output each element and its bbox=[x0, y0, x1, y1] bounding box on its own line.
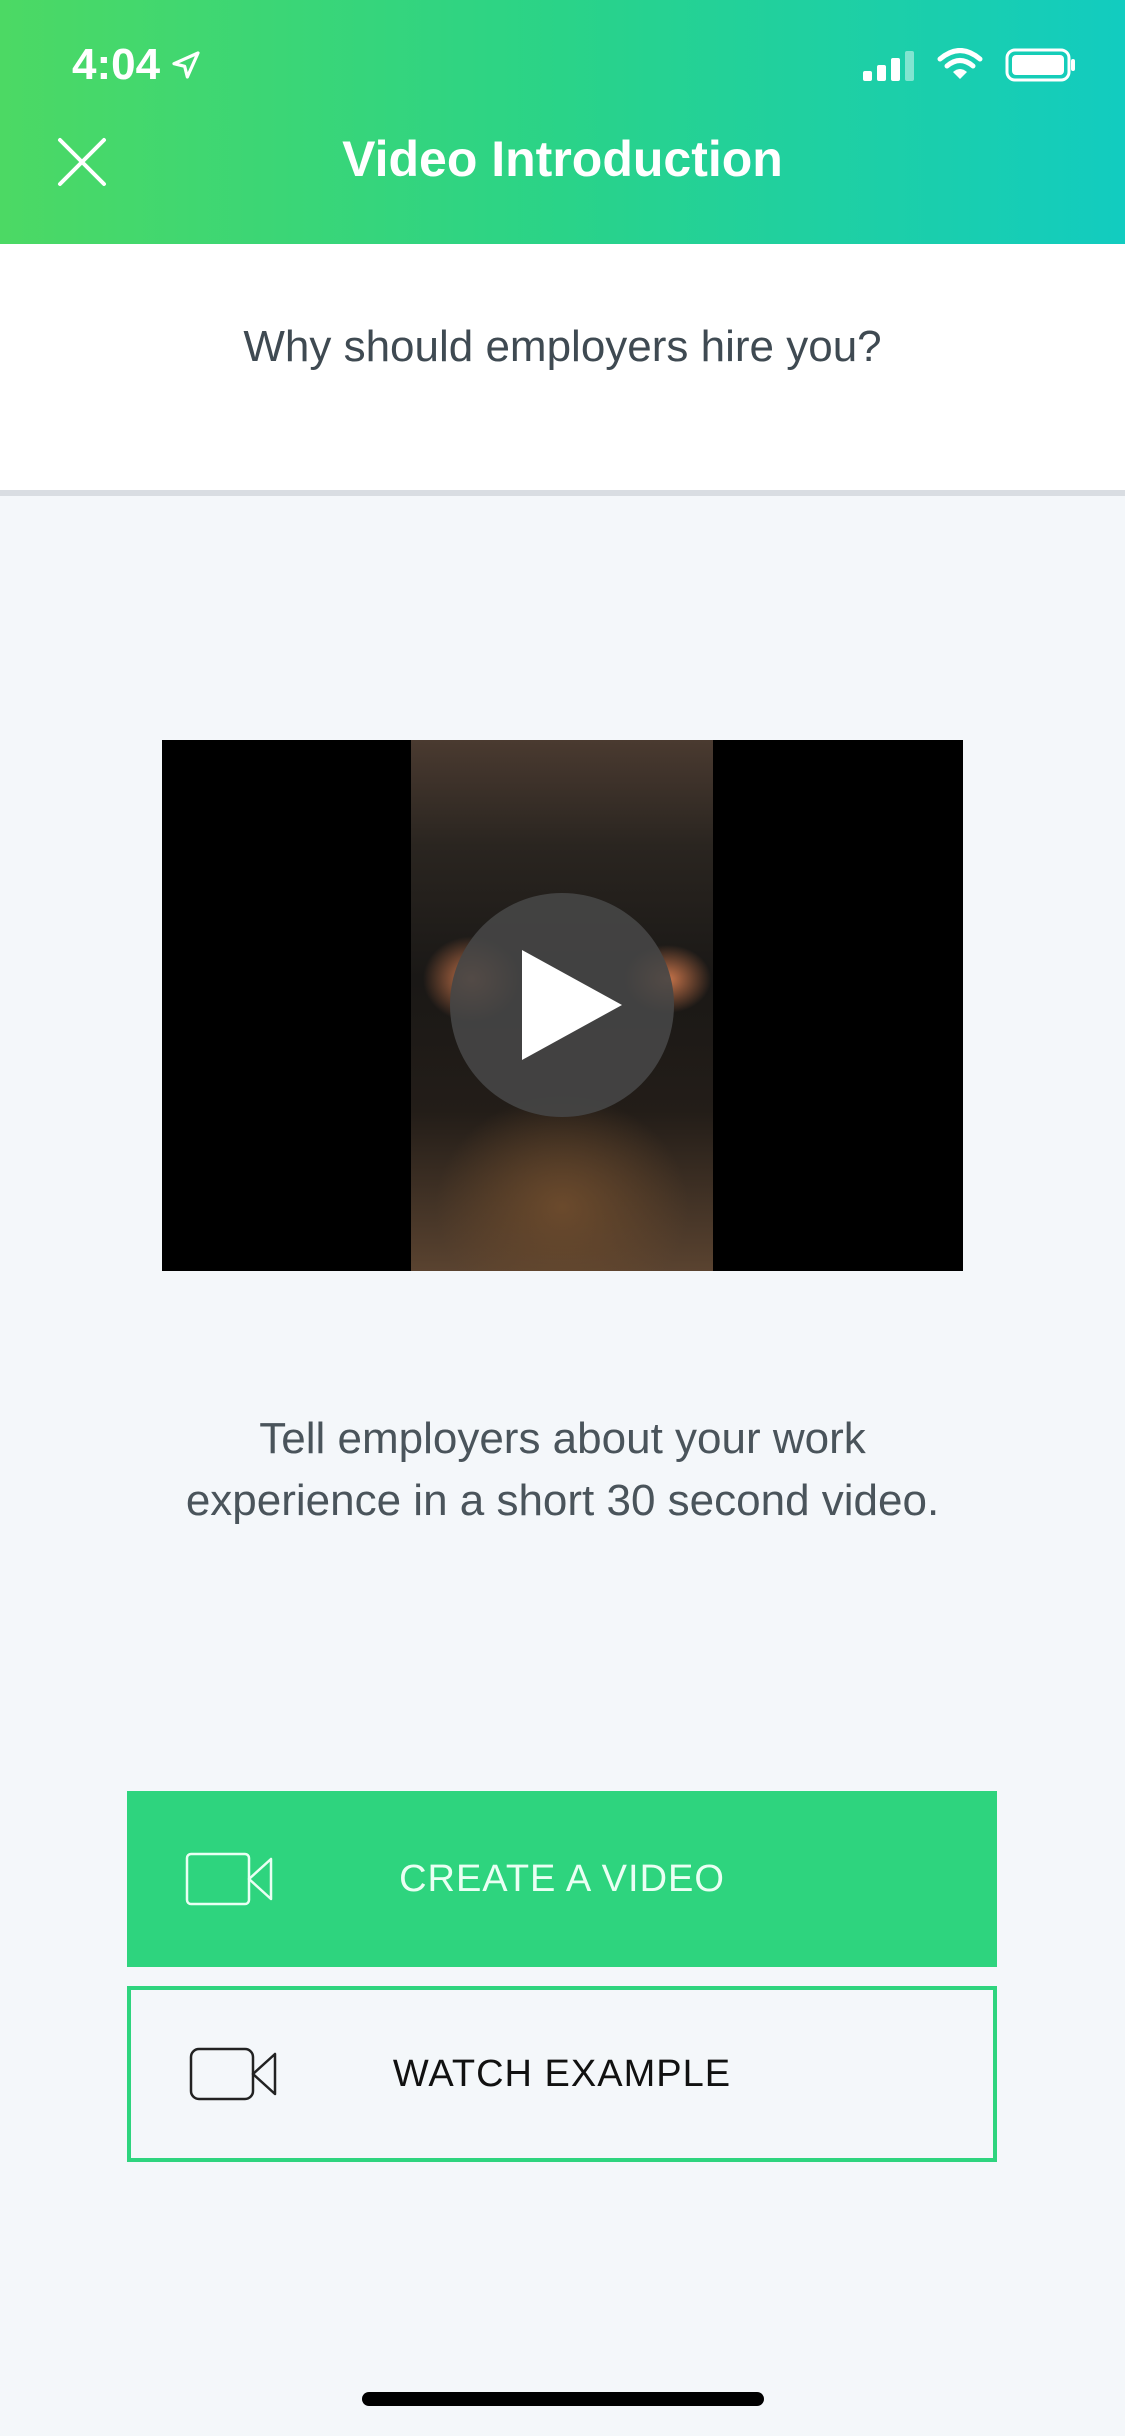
question-text: Why should employers hire you? bbox=[243, 322, 882, 371]
battery-icon bbox=[1005, 48, 1075, 82]
wifi-icon bbox=[937, 48, 983, 79]
video-camera-icon bbox=[185, 1852, 273, 1906]
page-title: Video Introduction bbox=[342, 131, 783, 187]
time-label: 4:04 bbox=[72, 40, 161, 89]
description-line-1: Tell employers about your work bbox=[259, 1414, 866, 1463]
video-camera-icon bbox=[189, 2047, 277, 2101]
status-icons bbox=[863, 48, 1077, 82]
header-bar: 4:04 Video Introduction bbox=[0, 0, 1125, 244]
location-arrow-icon bbox=[172, 51, 200, 79]
signal-icon bbox=[863, 51, 914, 81]
description-text: Tell employers about your work experienc… bbox=[140, 1408, 985, 1532]
description-line-2: experience in a short 30 second video. bbox=[185, 1476, 940, 1525]
play-icon bbox=[522, 950, 622, 1060]
create-video-button[interactable]: CREATE A VIDEO bbox=[127, 1791, 997, 1967]
status-bar-time: 4:04 bbox=[72, 40, 202, 90]
question-panel: Why should employers hire you? bbox=[0, 244, 1125, 496]
watch-example-button[interactable]: WATCH EXAMPLE bbox=[127, 1986, 997, 2162]
home-indicator[interactable] bbox=[362, 2392, 764, 2406]
